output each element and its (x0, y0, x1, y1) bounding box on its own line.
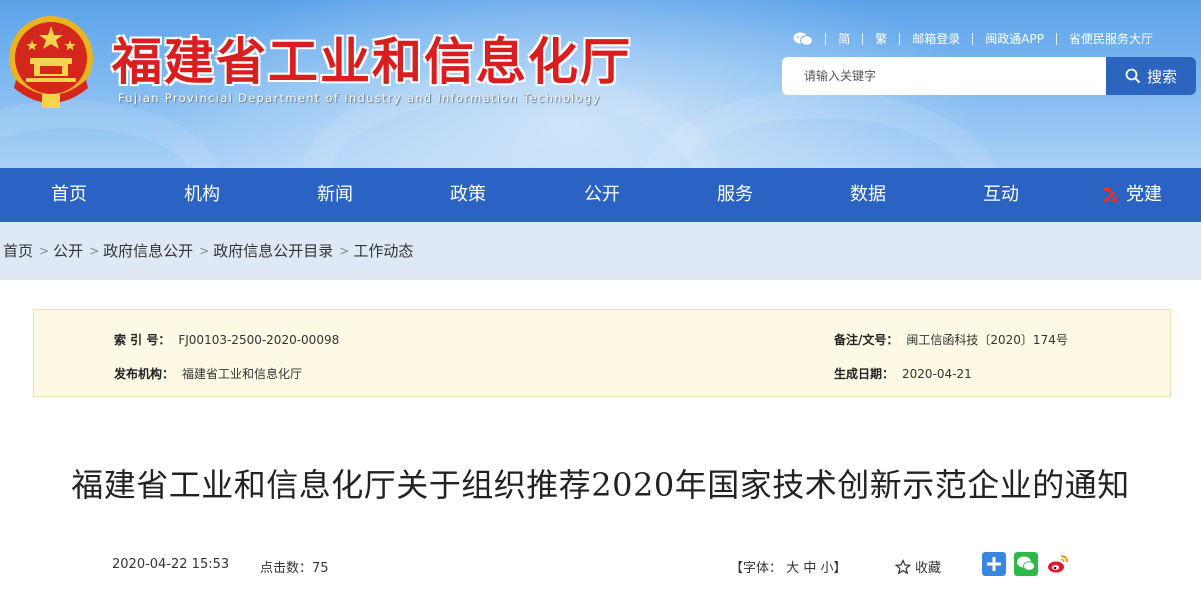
search-icon (1125, 68, 1141, 84)
link-mzt-app[interactable]: 闽政通APP (985, 30, 1044, 47)
chevron-right-icon: > (39, 243, 50, 258)
nav-party-building[interactable]: 党建 (1100, 168, 1170, 222)
document-info-box: 索 引 号： FJ00103-2500-2020-00098 备注/文号： 闽工信函… (33, 309, 1171, 397)
top-links: 简 繁 邮箱登录 闽政通APP 省便民服务大厅 (793, 30, 1153, 47)
nav-service[interactable]: 服务 (696, 168, 774, 222)
search-input[interactable] (782, 57, 1106, 95)
font-size-control: 【字体： 大 中 小】 (730, 561, 847, 576)
nav-interaction[interactable]: 互动 (962, 168, 1040, 222)
nav-home[interactable]: 首页 (30, 168, 108, 222)
article-title: 福建省工业和信息化厅关于组织推荐2020年国家技术创新示范企业的通知 (71, 466, 1130, 504)
info-index: 索 引 号： FJ00103-2500-2020-00098 (114, 333, 340, 347)
nav-organization[interactable]: 机构 (163, 168, 241, 222)
nav-policy[interactable]: 政策 (429, 168, 507, 222)
search-button-label: 搜索 (1146, 67, 1177, 86)
chevron-right-icon: > (199, 243, 210, 258)
nav-party-label: 党建 (1126, 184, 1162, 205)
breadcrumb-gov-info[interactable]: 政府信息公开 (103, 240, 193, 261)
wechat-icon[interactable] (793, 32, 814, 46)
breadcrumb-home[interactable]: 首页 (3, 240, 33, 261)
link-simplified[interactable]: 简 (838, 30, 850, 47)
breadcrumb: 首页 > 公开 > 政府信息公开 > 政府信息公开目录 > 工作动态 (3, 240, 413, 261)
font-large-button[interactable]: 大 (786, 561, 799, 576)
star-icon (895, 558, 911, 574)
national-emblem (9, 16, 93, 108)
site-subtitle: Fujian Provincial Department of Industry… (118, 91, 601, 105)
font-small-button[interactable]: 小 (820, 561, 833, 576)
link-mail-login[interactable]: 邮箱登录 (912, 30, 960, 47)
link-traditional[interactable]: 繁 (875, 30, 887, 47)
site-title: 福建省工业和信息化厅 (112, 33, 632, 91)
page: 福建省工业和信息化厅 Fujian Provincial Department … (0, 0, 1201, 593)
header-banner: 福建省工业和信息化厅 Fujian Provincial Department … (0, 0, 1201, 168)
info-issuer: 发布机构： 福建省工业和信息化厅 (114, 367, 303, 381)
favorite-button[interactable]: 收藏 (895, 557, 941, 576)
nav-public[interactable]: 公开 (563, 168, 641, 222)
share-add-icon[interactable] (982, 552, 1006, 576)
breadcrumb-work-news[interactable]: 工作动态 (353, 240, 413, 261)
nav-news[interactable]: 新闻 (296, 168, 374, 222)
chevron-right-icon: > (339, 243, 350, 258)
search-bar: 搜索 (782, 57, 1196, 95)
breadcrumb-public[interactable]: 公开 (53, 240, 83, 261)
party-emblem-icon (1103, 187, 1118, 203)
article-clicks: 点击数：75 (260, 561, 329, 576)
font-medium-button[interactable]: 中 (803, 561, 816, 576)
info-date: 生成日期： 2020-04-21 (834, 367, 972, 381)
info-reference: 备注/文号： 闽工信函科技〔2020〕174号 (834, 333, 1068, 347)
nav-data[interactable]: 数据 (829, 168, 907, 222)
article-datetime: 2020-04-22 15:53 (112, 557, 230, 572)
share-weibo-icon[interactable] (1046, 552, 1070, 576)
chevron-right-icon: > (89, 243, 100, 258)
share-wechat-icon[interactable] (1014, 552, 1038, 576)
search-button[interactable]: 搜索 (1106, 57, 1196, 95)
link-service-hall[interactable]: 省便民服务大厅 (1069, 30, 1153, 47)
main-nav: 首页 机构 新闻 政策 公开 服务 数据 互动 党建 (0, 168, 1201, 222)
breadcrumb-gov-info-catalog[interactable]: 政府信息公开目录 (213, 240, 333, 261)
